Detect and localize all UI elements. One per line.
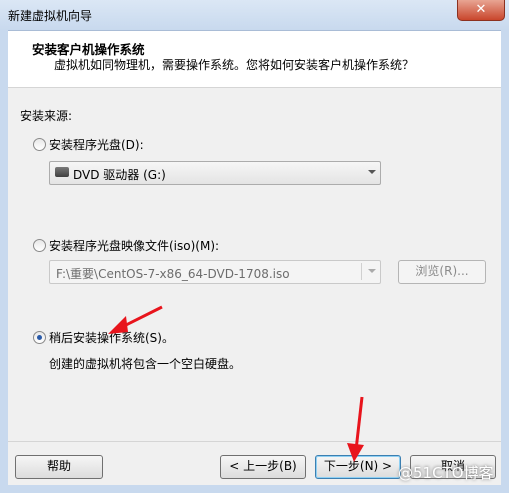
annotation-arrow-next	[347, 396, 364, 462]
watermark-text: @51CTO博客	[398, 464, 494, 482]
annotation-arrow-later	[108, 305, 163, 334]
annotation-arrows	[108, 305, 364, 462]
